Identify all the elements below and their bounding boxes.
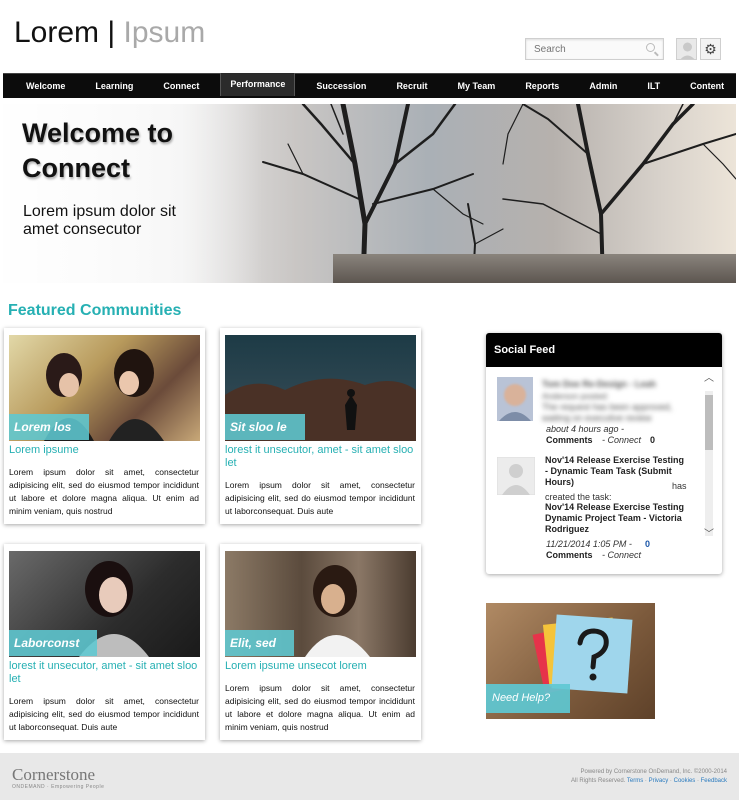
hero-title: Welcome to Connect — [22, 118, 174, 183]
scroll-up-icon[interactable]: ︿ — [702, 373, 716, 385]
main-nav: Welcome Learning Connect Performance Suc… — [3, 73, 736, 98]
community-subtitle-link[interactable]: lorest it unsecutor, amet - sit amet slo… — [225, 444, 417, 470]
nav-item-succession[interactable]: Succession — [307, 74, 375, 99]
community-tag: Laborconst — [9, 630, 98, 656]
social-feed-title: Social Feed — [486, 333, 722, 367]
feed-entry-title[interactable]: Nov'14 Release Exercise Testing - Dynami… — [545, 455, 685, 488]
footer-link-privacy[interactable]: Privacy — [649, 778, 669, 784]
footer-legal: Powered by Cornerstone OnDemand, Inc. ©2… — [570, 769, 727, 784]
scroll-thumb[interactable] — [705, 395, 713, 450]
nav-item-recruit[interactable]: Recruit — [387, 74, 436, 99]
footer-rights: All Rights Reserved. — [570, 778, 626, 784]
featured-communities-title: Featured Communities — [8, 302, 182, 319]
community-description: Lorem ipsum dolor sit amet, consectetur … — [9, 696, 199, 732]
hero-ground — [333, 254, 736, 283]
social-feed-panel: Social Feed Tom Doe Re-Design - Leah And… — [486, 333, 722, 574]
footer-link-terms[interactable]: Terms — [627, 778, 643, 784]
community-subtitle-link[interactable]: Lorem ipsume unsecot lorem — [225, 660, 417, 673]
feed-entry-task[interactable]: Nov'14 Release Exercise Testing Dynamic … — [545, 502, 685, 535]
community-subtitle-link[interactable]: lorest it unsecutor, amet - sit amet slo… — [9, 660, 201, 686]
search-input[interactable] — [526, 39, 636, 60]
community-card[interactable]: Lorem los Lorem ipsume Lorem ipsum dolor… — [4, 328, 205, 524]
feed-entry-text: The request has been approved, waiting o… — [542, 402, 673, 423]
search-box[interactable] — [525, 38, 664, 60]
footer-brand-logo: Cornerstone — [12, 765, 96, 784]
logo-primary: Lorem — [14, 16, 100, 49]
community-tag: Lorem los — [9, 414, 90, 440]
feed-entry-name[interactable]: Tom Doe Re-Design - Leah — [542, 379, 656, 389]
feed-entry-meta: Anderson posted: — [542, 391, 609, 401]
logo-secondary: Ipsum — [123, 16, 206, 49]
gear-icon: ⚙ — [704, 41, 717, 57]
community-description: Lorem ipsum dolor sit amet, consectetur … — [225, 683, 415, 732]
feed-entry-has: has — [672, 481, 687, 491]
community-card[interactable]: Laborconst lorest it unsecutor, amet - s… — [4, 544, 205, 740]
footer-powered-by: Powered by Cornerstone OnDemand, Inc. ©2… — [580, 769, 727, 775]
feed-entry-source: - Connect — [602, 550, 642, 560]
scroll-down-icon[interactable]: ﹀ — [702, 529, 716, 541]
nav-item-my-team[interactable]: My Team — [448, 74, 504, 99]
community-card[interactable]: Sit sloo le lorest it unsecutor, amet - … — [220, 328, 421, 524]
nav-item-performance[interactable]: Performance — [220, 73, 296, 96]
community-card[interactable]: Elit, sed Lorem ipsume unsecot lorem Lor… — [220, 544, 421, 740]
nav-item-reports[interactable]: Reports — [516, 74, 568, 99]
footer-tagline: ONDEMAND · Empowering People — [12, 784, 105, 790]
need-help-button[interactable]: Need Help? — [486, 684, 570, 713]
nav-item-learning[interactable]: Learning — [86, 74, 142, 99]
user-avatar[interactable] — [676, 38, 697, 60]
app-logo[interactable]: Lorem | Ipsum — [14, 16, 205, 50]
community-description: Lorem ipsum dolor sit amet, consectetur … — [9, 467, 199, 516]
feed-comments-link[interactable]: Comments — [546, 435, 593, 445]
logo-separator: | — [107, 16, 116, 49]
nav-item-ilt[interactable]: ILT — [638, 74, 669, 99]
hero-subtitle: Lorem ipsum dolor sit amet consecutor — [23, 203, 176, 238]
nav-item-content[interactable]: Content — [681, 74, 733, 99]
avatar-icon — [677, 39, 696, 59]
feed-entry-time: about 4 hours ago - — [546, 424, 625, 434]
feed-comment-count: 0 — [650, 435, 656, 445]
feed-scrollbar[interactable]: ︿ ﹀ — [702, 373, 716, 551]
community-tag: Sit sloo le — [225, 414, 305, 440]
community-tag: Elit, sed — [225, 630, 295, 656]
feed-avatar-placeholder-icon — [497, 457, 535, 495]
feed-avatar-photo — [497, 377, 533, 421]
settings-button[interactable]: ⚙ — [700, 38, 721, 60]
feed-comment-count[interactable]: 0 — [645, 539, 650, 549]
search-icon[interactable] — [646, 43, 655, 52]
feed-entry-action: created the task: — [545, 492, 612, 502]
nav-item-admin[interactable]: Admin — [580, 74, 626, 99]
feed-entry-time: 11/21/2014 1:05 PM - — [546, 539, 632, 549]
community-subtitle-link[interactable]: Lorem ipsume — [9, 444, 201, 457]
nav-item-welcome[interactable]: Welcome — [17, 74, 74, 99]
footer-link-feedback[interactable]: Feedback — [701, 778, 727, 784]
community-description: Lorem ipsum dolor sit amet, consectetur … — [225, 480, 415, 516]
page-footer: Cornerstone ONDEMAND · Empowering People… — [0, 753, 739, 800]
nav-item-connect[interactable]: Connect — [154, 74, 208, 99]
feed-comments-link[interactable]: Comments — [546, 550, 593, 560]
footer-link-cookies[interactable]: Cookies — [674, 778, 696, 784]
feed-entry-source: - Connect — [602, 435, 642, 445]
